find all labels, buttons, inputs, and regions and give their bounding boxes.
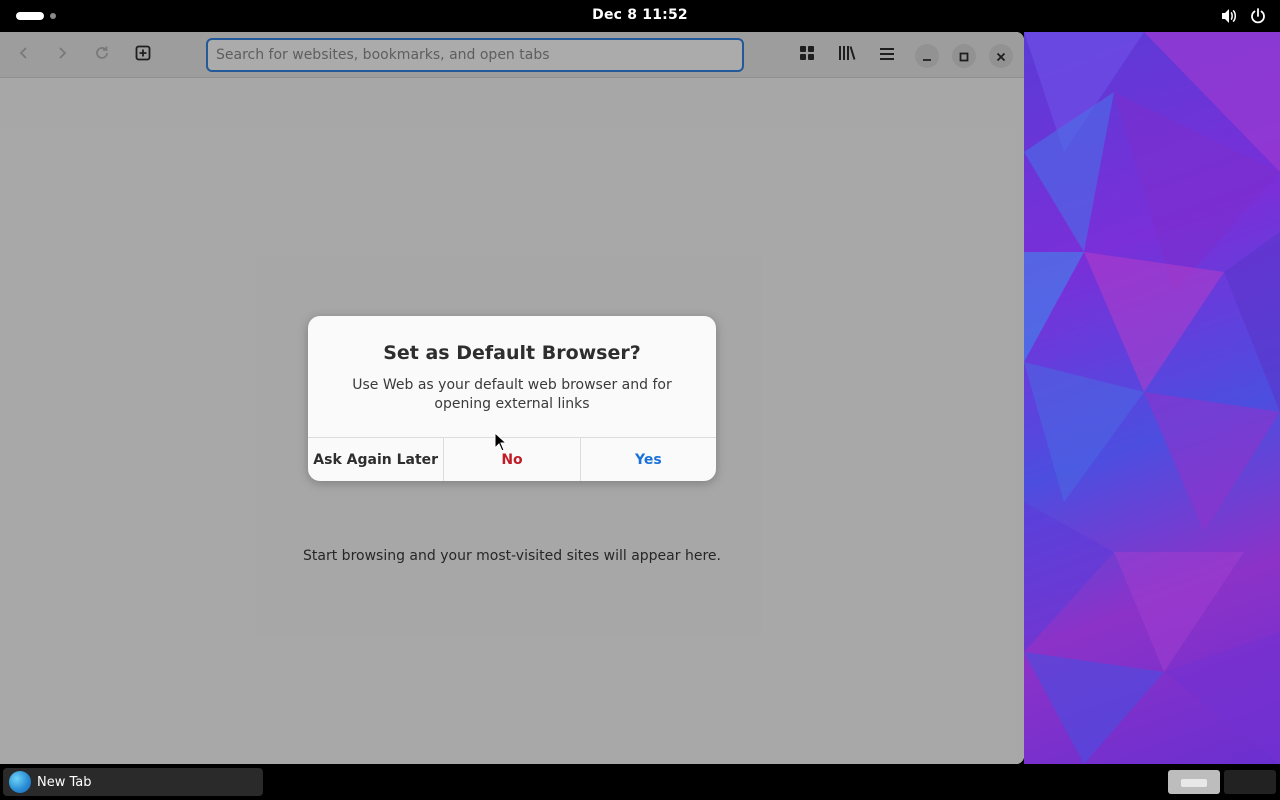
top-bar: Dec 8 11:52	[0, 0, 1280, 32]
default-browser-dialog: Set as Default Browser? Use Web as your …	[308, 316, 716, 481]
dialog-body: Use Web as your default web browser and …	[352, 377, 672, 412]
taskbar-item-label: New Tab	[37, 774, 92, 790]
workspace-2[interactable]	[1224, 770, 1276, 794]
activities-button[interactable]	[14, 10, 62, 22]
workspace-window-thumbnail	[1181, 779, 1207, 787]
web-browser-icon	[9, 771, 31, 793]
power-icon[interactable]	[1250, 8, 1266, 24]
workspace-1[interactable]	[1168, 770, 1220, 794]
workspace-indicator-inactive	[50, 13, 56, 19]
ask-again-later-button[interactable]: Ask Again Later	[308, 438, 443, 481]
workspace-indicator-active	[16, 12, 44, 20]
desktop-wallpaper	[1024, 32, 1280, 764]
dialog-actions: Ask Again Later No Yes	[308, 437, 716, 481]
taskbar-item-new-tab[interactable]: New Tab	[3, 768, 263, 796]
volume-icon[interactable]	[1220, 8, 1238, 24]
dialog-title: Set as Default Browser?	[383, 342, 641, 364]
taskbar: New Tab	[0, 764, 1280, 800]
yes-button[interactable]: Yes	[579, 438, 716, 481]
no-button[interactable]: No	[443, 438, 579, 481]
mouse-cursor-icon	[494, 431, 508, 452]
system-tray[interactable]	[1220, 7, 1266, 25]
clock[interactable]: Dec 8 11:52	[592, 7, 688, 23]
